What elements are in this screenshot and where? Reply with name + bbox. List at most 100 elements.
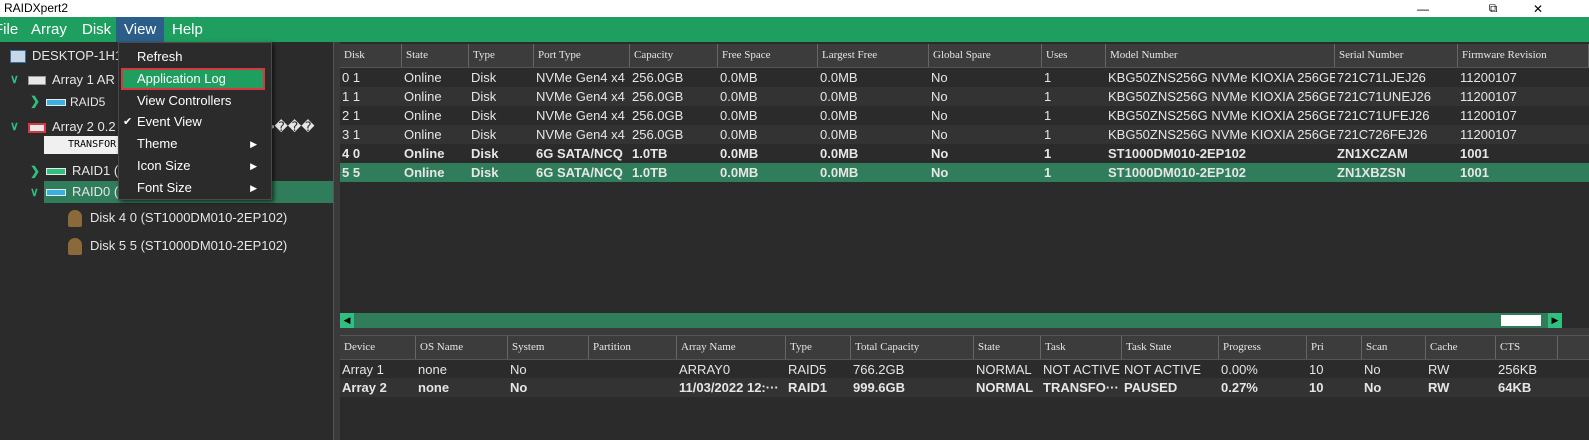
column-header[interactable]: Firmware Revision (1458, 44, 1589, 67)
table-row[interactable]: 3 1 Online Disk NVMe Gen4 x4 256.0GB 0.0MB 0.0… (340, 125, 1589, 144)
tree-item-label: Array 2 0.2 (52, 119, 116, 134)
table-cell: 1001 (1460, 146, 1489, 161)
column-header[interactable]: Partition (589, 336, 677, 359)
menu-disk[interactable]: Disk (74, 17, 119, 42)
table-cell: TRANSFO··· (1043, 380, 1119, 395)
column-header[interactable]: Task (1041, 336, 1122, 359)
menu-array[interactable]: Array (23, 17, 75, 42)
column-header[interactable]: State (402, 44, 469, 67)
disk-table-horizontal-scrollbar[interactable]: ◀ ▶ (340, 313, 1562, 328)
scroll-left-icon[interactable]: ◀ (340, 313, 354, 328)
chevron-right-icon[interactable]: ❯ (30, 164, 40, 178)
chevron-right-icon[interactable]: ❯ (30, 94, 40, 108)
close-button[interactable]: ✕ (1515, 0, 1561, 17)
menu-view[interactable]: View (116, 17, 165, 42)
scrollbar-thumb[interactable] (1501, 315, 1541, 326)
tree-item-raid1[interactable]: RAID1 ( (46, 161, 118, 181)
table-cell: Online (404, 146, 445, 161)
table-cell: none (418, 380, 450, 395)
column-header[interactable]: Serial Number (1335, 44, 1458, 67)
table-cell: Disk (471, 89, 497, 104)
menu-item-label: View Controllers (137, 93, 232, 108)
table-cell: Online (404, 70, 442, 85)
column-header[interactable]: Type (469, 44, 534, 67)
column-header[interactable]: Type (786, 336, 851, 359)
column-header[interactable]: Capacity (630, 44, 718, 67)
tree-item-host[interactable]: DESKTOP-1H1I (10, 46, 126, 66)
column-header[interactable]: Largest Free (818, 44, 929, 67)
raid-icon (46, 99, 66, 107)
menu-item-icon-size[interactable]: Icon Size ▶ (119, 155, 269, 177)
column-header[interactable]: Progress (1219, 336, 1307, 359)
menu-item-theme[interactable]: Theme ▶ (119, 133, 269, 155)
array-table-header: Device OS Name System Partition Array Name Ty… (340, 336, 1589, 360)
table-row[interactable]: 0 1 Online Disk NVMe Gen4 x4 256.0GB 0.0MB 0.0… (340, 68, 1589, 87)
chevron-down-icon[interactable]: ∨ (30, 185, 39, 199)
menu-item-label: Icon Size (137, 158, 191, 173)
table-row[interactable]: 5 5 Online Disk 6G SATA/NCQ 1.0TB 0.0MB 0.0MB N… (340, 163, 1589, 182)
table-cell: 0.0MB (820, 89, 858, 104)
tree-item-raid5[interactable]: RAID5 (46, 92, 105, 112)
table-cell: No (931, 165, 949, 180)
window-title: RAIDXpert2 (4, 1, 69, 15)
table-cell: 0.0MB (720, 127, 758, 142)
column-header[interactable]: Model Number (1106, 44, 1335, 67)
column-header[interactable]: Scan (1362, 336, 1426, 359)
table-row[interactable]: Array 2 none No 11/03/2022 12:··· RAID1 999.6… (340, 378, 1589, 397)
menu-item-event-view[interactable]: ✔ Event View (119, 111, 269, 133)
menu-help[interactable]: Help (164, 17, 211, 42)
maximize-button[interactable]: ⧉ (1470, 0, 1516, 17)
column-header[interactable]: OS Name (416, 336, 508, 359)
table-row[interactable]: 2 1 Online Disk NVMe Gen4 x4 256.0GB 0.0MB 0.0… (340, 106, 1589, 125)
table-cell: none (418, 362, 447, 377)
table-cell: 0.0MB (720, 108, 758, 123)
table-cell: 256.0GB (632, 89, 684, 104)
tree-item-array1[interactable]: Array 1 AR (28, 70, 115, 90)
table-row[interactable]: Array 1 none No ARRAY0 RAID5 766.2GB NORMAL NOT… (340, 360, 1589, 379)
column-header[interactable]: State (974, 336, 1041, 359)
menu-item-view-controllers[interactable]: View Controllers (119, 90, 269, 112)
column-header[interactable]: Task State (1122, 336, 1219, 359)
raid-icon (46, 189, 66, 197)
column-header[interactable]: Global Spare (929, 44, 1042, 67)
column-header[interactable]: System (508, 336, 589, 359)
table-row[interactable]: 1 1 Online Disk NVMe Gen4 x4 256.0GB 0.0MB 0.0… (340, 87, 1589, 106)
chevron-down-icon[interactable]: ∨ (10, 119, 19, 133)
table-cell: NORMAL (976, 362, 1032, 377)
column-header[interactable]: Array Name (677, 336, 786, 359)
tree-item-array2[interactable]: Array 2 0.2 (28, 117, 116, 137)
array-table: Device OS Name System Partition Array Name Ty… (340, 336, 1589, 440)
column-header[interactable]: Cache (1426, 336, 1496, 359)
horizontal-splitter[interactable] (340, 328, 1589, 336)
column-header[interactable]: Device (340, 336, 416, 359)
column-header[interactable]: Free Space (718, 44, 818, 67)
column-header[interactable]: Total Capacity (851, 336, 974, 359)
scroll-right-icon[interactable]: ▶ (1548, 313, 1562, 328)
table-cell: 0.27% (1221, 380, 1258, 395)
column-header[interactable]: Port Type (534, 44, 630, 67)
checkmark-icon: ✔ (123, 116, 133, 128)
minimize-button[interactable]: — (1400, 0, 1446, 17)
table-cell: 3 1 (342, 127, 361, 142)
column-header[interactable]: CTS (1496, 336, 1558, 359)
array-warning-icon (28, 122, 46, 133)
table-cell: Array 2 (342, 380, 387, 395)
chevron-down-icon[interactable]: ∨ (10, 72, 19, 86)
column-header[interactable]: Disk (340, 44, 402, 67)
menu-item-font-size[interactable]: Font Size ▶ (119, 177, 269, 199)
table-cell: KBG50ZNS256G NVMe KIOXIA 256GB (1108, 70, 1335, 85)
tree-item-disk55[interactable]: Disk 5 5 (ST1000DM010-2EP102) (68, 236, 287, 256)
table-cell: NVMe Gen4 x4 (536, 127, 625, 142)
menu-item-refresh[interactable]: Refresh (119, 46, 269, 68)
menu-item-application-log[interactable]: Application Log (121, 68, 265, 90)
table-cell: 0.00% (1221, 362, 1258, 377)
column-header[interactable]: Pri (1307, 336, 1362, 359)
table-cell: 721C726FEJ26 (1337, 127, 1428, 142)
restore-icon: ⧉ (1488, 1, 1498, 15)
vertical-splitter[interactable] (333, 42, 340, 440)
column-header[interactable]: Uses (1042, 44, 1106, 67)
table-cell: KBG50ZNS256G NVMe KIOXIA 256GB (1108, 89, 1335, 104)
table-row[interactable]: 4 0 Online Disk 6G SATA/NCQ 1.0TB 0.0MB 0.0MB N… (340, 144, 1589, 163)
submenu-arrow-icon: ▶ (250, 139, 257, 149)
tree-item-disk40[interactable]: Disk 4 0 (ST1000DM010-2EP102) (68, 208, 287, 228)
